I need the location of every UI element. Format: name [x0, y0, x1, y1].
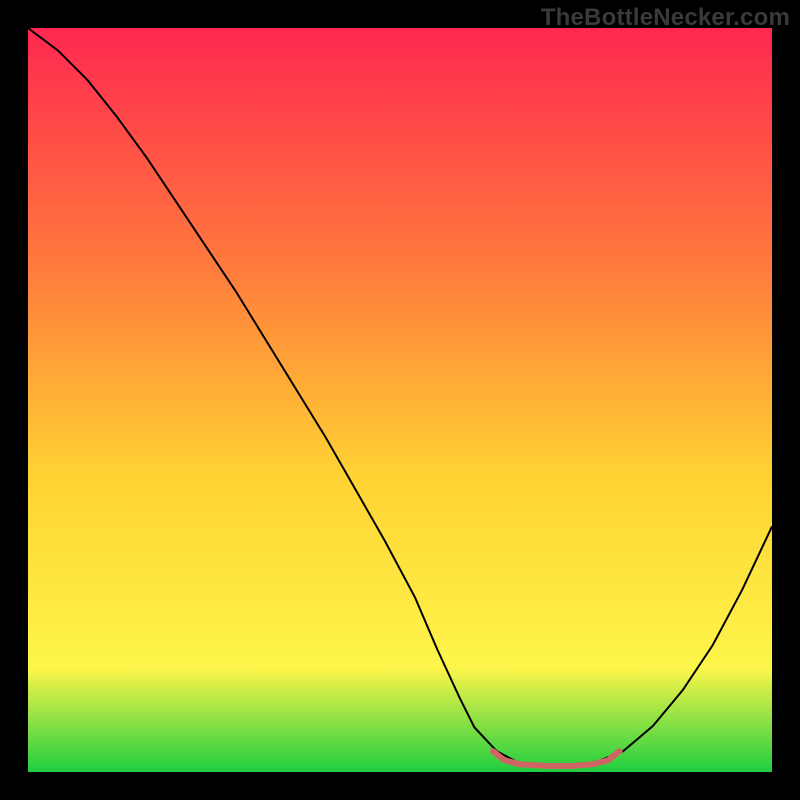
watermark-text: TheBottleNecker.com [541, 4, 790, 32]
chart-svg [28, 28, 772, 772]
chart-background [28, 28, 772, 772]
chart-container: TheBottleNecker.com [0, 0, 800, 800]
plot-area [28, 28, 772, 772]
